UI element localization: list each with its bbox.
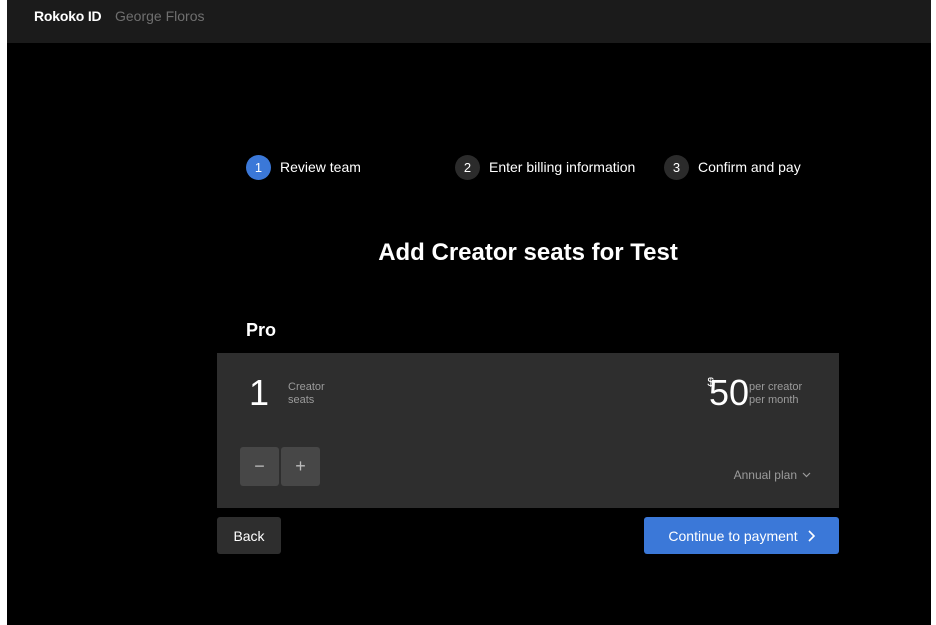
increase-seats-button[interactable]: + <box>281 447 320 486</box>
brand-logo[interactable]: Rokoko ID <box>34 8 102 24</box>
step-review-team: 1 Review team <box>246 154 361 180</box>
seat-selector-card: 1 Creator seats $ 50 per creator per mon… <box>217 353 839 508</box>
back-button[interactable]: Back <box>217 517 281 554</box>
chevron-right-icon <box>808 529 815 542</box>
step-confirm-pay: 3 Confirm and pay <box>664 154 801 180</box>
price-unit: per creator per month <box>749 381 813 407</box>
billing-period-dropdown[interactable]: Annual plan <box>734 468 811 482</box>
continue-label: Continue to payment <box>668 527 798 544</box>
step-label: Enter billing information <box>489 159 636 175</box>
price-value: 50 <box>708 372 749 413</box>
step-number: 1 <box>246 154 271 180</box>
billing-period-label: Annual plan <box>733 468 797 482</box>
user-name[interactable]: George Floros <box>115 8 204 24</box>
step-number: 3 <box>664 154 689 180</box>
decrease-seats-button[interactable]: − <box>240 447 279 486</box>
price-unit-line2: per month <box>749 394 799 406</box>
chevron-down-icon <box>802 472 811 478</box>
step-enter-billing: 2 Enter billing information <box>455 154 635 180</box>
price: $ 50 <box>707 372 749 421</box>
progress-stepper: 1 Review team 2 Enter billing informatio… <box>7 154 931 180</box>
app-window: Rokoko ID George Floros 1 Review team 2 … <box>7 0 931 625</box>
seats-label-line1: Creator <box>288 381 325 393</box>
seats-label-line2: seats <box>288 394 315 406</box>
seats-count: 1 <box>249 372 270 413</box>
step-label: Confirm and pay <box>698 159 801 175</box>
price-unit-line1: per creator <box>749 381 803 393</box>
seats-label: Creator seats <box>288 381 348 407</box>
continue-to-payment-button[interactable]: Continue to payment <box>644 517 839 554</box>
step-number: 2 <box>455 154 480 180</box>
step-label: Review team <box>280 159 361 175</box>
page-title: Add Creator seats for Test <box>378 239 678 266</box>
price-currency: $ <box>707 375 714 389</box>
top-bar: Rokoko ID George Floros <box>7 0 931 43</box>
plan-name: Pro <box>246 320 277 340</box>
